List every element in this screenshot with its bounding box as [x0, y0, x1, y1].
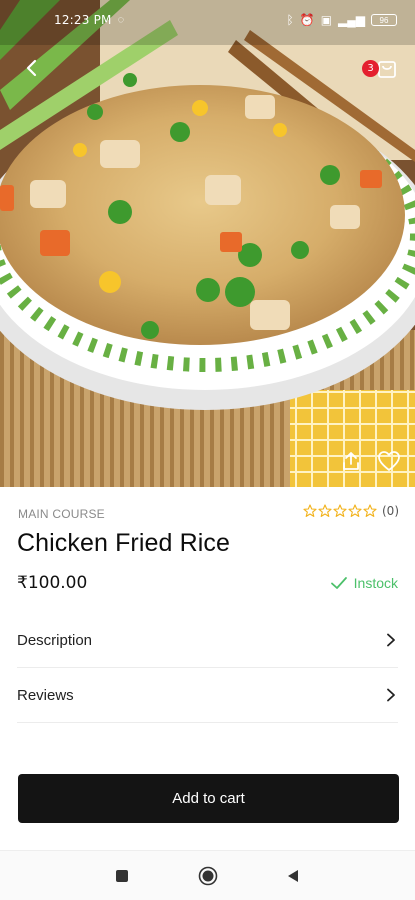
product-hero-image — [0, 0, 415, 487]
product-title: Chicken Fried Rice — [17, 529, 230, 557]
arrow-left-icon — [26, 59, 37, 77]
description-label: Description — [17, 631, 93, 649]
whatsapp-icon: ◌ — [117, 14, 125, 26]
sim-icon: ▣ — [320, 13, 333, 27]
rating-stars[interactable]: (0) — [303, 504, 399, 518]
share-button[interactable] — [340, 450, 362, 472]
alarm-icon: ⏰ — [299, 13, 315, 27]
heart-icon — [378, 451, 400, 471]
battery-icon: 96 — [371, 14, 397, 26]
system-nav-bar — [0, 850, 415, 900]
bluetooth-icon: ᛒ — [286, 13, 294, 27]
star-icon — [363, 504, 377, 517]
star-icon — [333, 504, 347, 517]
stock-label: Instock — [353, 575, 398, 591]
rating-count: (0) — [382, 504, 399, 518]
share-icon — [343, 452, 359, 470]
product-category: MAIN COURSE — [18, 507, 105, 521]
add-to-cart-button[interactable]: Add to cart — [18, 774, 399, 823]
reviews-label: Reviews — [17, 686, 74, 704]
chevron-right-icon — [387, 688, 395, 702]
signal-icon: ▂▄▆ — [338, 13, 365, 27]
back-button[interactable] — [18, 54, 46, 82]
home-button[interactable] — [198, 866, 218, 886]
system-back-button[interactable] — [286, 869, 300, 883]
stock-status: Instock — [330, 574, 398, 592]
fried-rice-photo — [0, 0, 415, 487]
product-price: ₹100.00 — [17, 573, 88, 593]
divider — [17, 722, 398, 723]
status-time: 12:23 PM — [54, 13, 112, 27]
chevron-right-icon — [387, 633, 395, 647]
check-icon — [330, 577, 347, 589]
status-bar: 12:23 PM ◌ ᛒ ⏰ ▣ ▂▄▆ 96 — [0, 0, 415, 40]
description-row[interactable]: Description — [17, 613, 398, 667]
star-icon — [348, 504, 362, 517]
star-icon — [318, 504, 332, 517]
star-icon — [303, 504, 317, 517]
favorite-button[interactable] — [377, 450, 401, 472]
reviews-row[interactable]: Reviews — [17, 668, 398, 722]
recent-apps-button[interactable] — [116, 870, 128, 882]
status-icons: ᛒ ⏰ ▣ ▂▄▆ 96 — [287, 13, 397, 27]
cart-count-badge: 3 — [362, 60, 379, 77]
